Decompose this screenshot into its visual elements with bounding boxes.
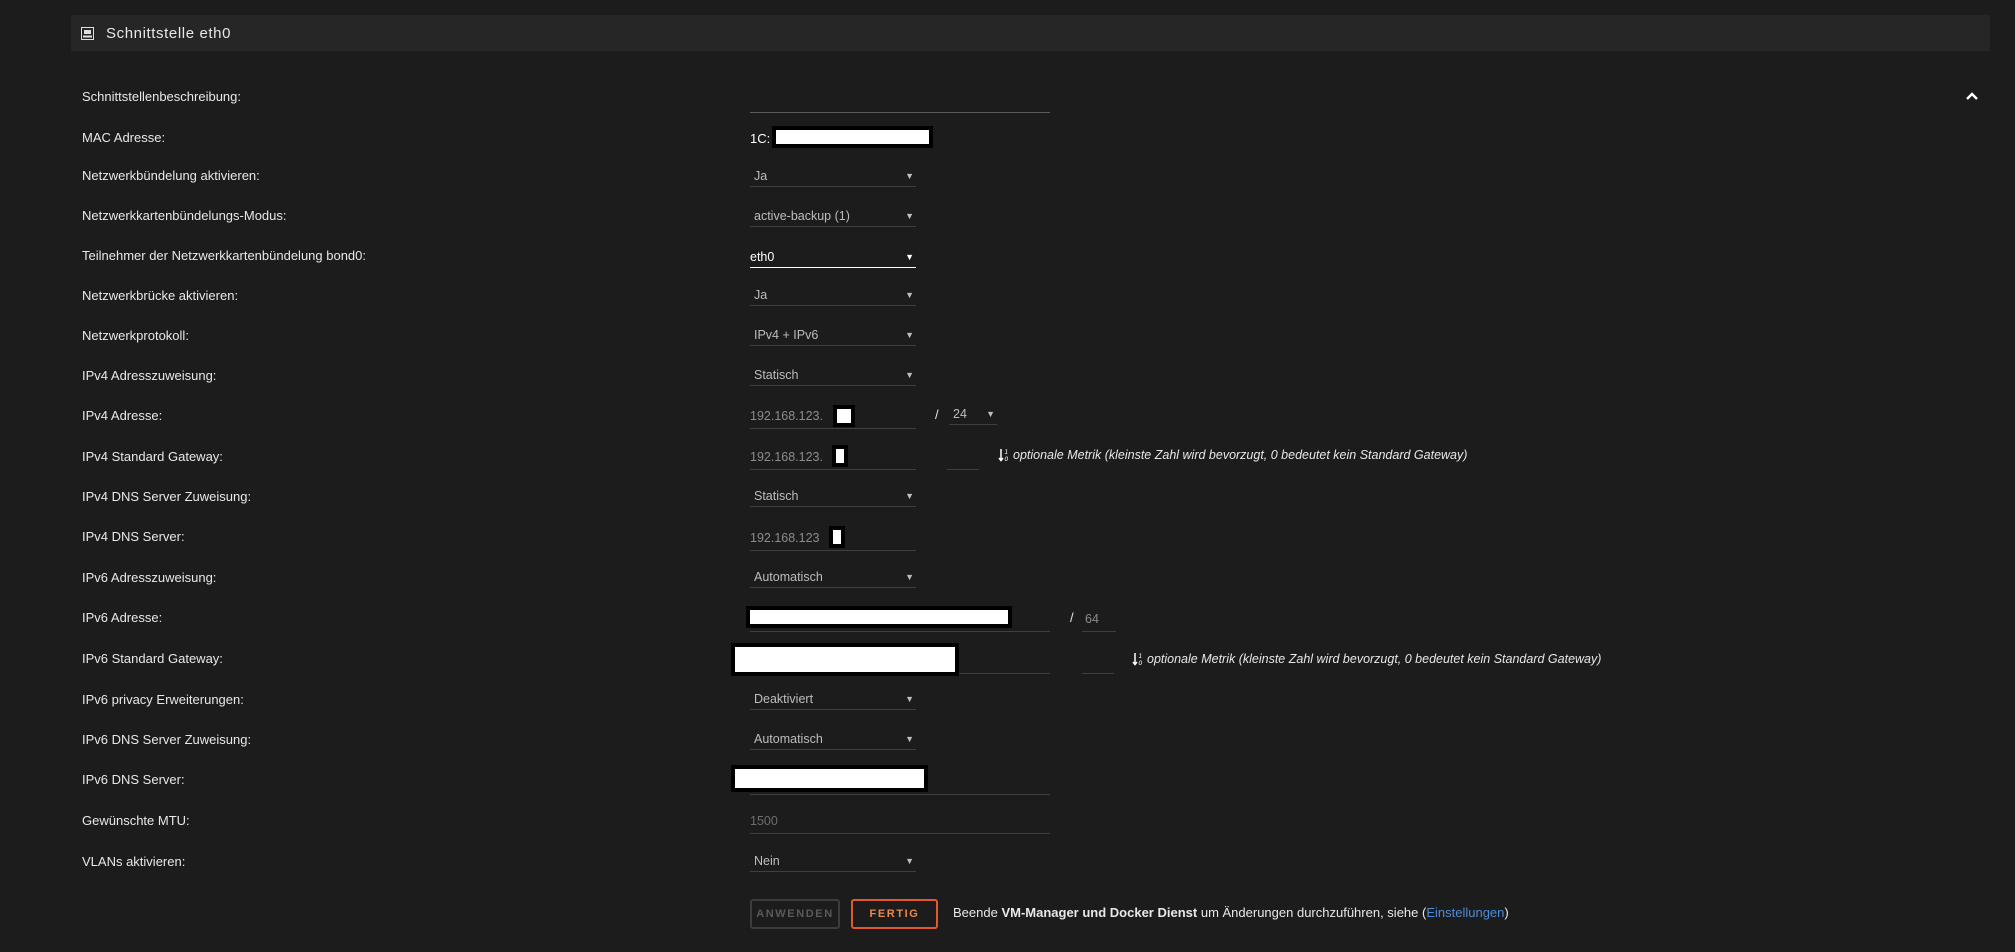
ipv4-dns-server-value: 192.168.123 (750, 531, 820, 545)
ipv6-gateway-metric-input[interactable] (1082, 652, 1114, 674)
svg-text:0: 0 (1139, 660, 1143, 666)
redacted-ipv4-address (833, 405, 855, 427)
ipv4-metric-note: 1 0 optionale Metrik (kleinste Zahl wird… (998, 448, 1467, 463)
label-ipv4-dns-assignment: IPv4 DNS Server Zuweisung: (82, 489, 252, 504)
ipv6-metric-note: 1 0 optionale Metrik (kleinste Zahl wird… (1132, 652, 1601, 667)
ipv4-gateway-value: 192.168.123. (750, 450, 823, 464)
label-bonding-members: Teilnehmer der Netzwerkkartenbündelung b… (82, 248, 367, 263)
dropdown-caret-icon: ▼ (905, 855, 914, 866)
svg-text:1: 1 (1139, 653, 1143, 660)
ipv6-dns-assignment-select[interactable]: Automatisch ▼ (750, 728, 916, 750)
label-ipv4-address: IPv4 Adresse: (82, 408, 163, 423)
label-ipv4-assignment: IPv4 Adresszuweisung: (82, 368, 217, 383)
panel-header: Schnittstelle eth0 (71, 15, 1990, 51)
svg-text:0: 0 (1005, 456, 1009, 462)
label-ipv6-assignment: IPv6 Adresszuweisung: (82, 570, 217, 585)
ipv4-gateway-metric-input[interactable] (947, 448, 979, 470)
redacted-ipv6-dns (731, 765, 928, 792)
ipv6-assignment-select[interactable]: Automatisch ▼ (750, 566, 916, 588)
network-interface-icon (81, 26, 94, 40)
label-ipv6-dns-server: IPv6 DNS Server: (82, 772, 185, 787)
network-protocol-select[interactable]: IPv4 + IPv6 ▼ (750, 324, 916, 346)
svg-text:1: 1 (1005, 449, 1009, 456)
dropdown-caret-icon: ▼ (905, 289, 914, 300)
ipv4-netmask-select[interactable]: 24 ▼ (949, 403, 997, 425)
label-ipv4-gateway: IPv4 Standard Gateway: (82, 449, 223, 464)
label-bridge-enable: Netzwerkbrücke aktivieren: (82, 288, 239, 303)
redacted-ipv6-gateway (731, 643, 959, 676)
bridge-enable-select[interactable]: Ja ▼ (750, 284, 916, 306)
bonding-enable-select[interactable]: Ja ▼ (750, 165, 916, 187)
bonding-members-select[interactable]: eth0 ▼ (750, 246, 916, 268)
dropdown-caret-icon: ▼ (905, 210, 914, 221)
panel-title: Schnittstelle eth0 (106, 24, 232, 42)
label-network-protocol: Netzwerkprotokoll: (82, 328, 189, 343)
interface-description-input[interactable] (750, 92, 1050, 113)
apply-button[interactable]: ANWENDEN (750, 899, 840, 929)
dropdown-caret-icon: ▼ (905, 571, 914, 582)
label-mac-address: MAC Adresse: (82, 130, 166, 145)
redacted-ipv6-address (746, 606, 1012, 628)
label-ipv6-privacy: IPv6 privacy Erweiterungen: (82, 692, 244, 707)
label-bonding-enable: Netzwerkbündelung aktivieren: (82, 168, 260, 183)
dropdown-caret-icon: ▼ (986, 408, 995, 419)
netmask-separator: / (935, 407, 939, 422)
prefix-separator: / (1070, 610, 1074, 625)
bonding-mode-select[interactable]: active-backup (1) ▼ (750, 205, 916, 227)
dropdown-caret-icon: ▼ (905, 369, 914, 380)
ipv4-assignment-select[interactable]: Statisch ▼ (750, 364, 916, 386)
label-bonding-mode: Netzwerkkartenbündelungs-Modus: (82, 208, 287, 223)
dropdown-caret-icon: ▼ (905, 490, 914, 501)
ipv6-prefix-value: 64 (1085, 612, 1099, 626)
dropdown-caret-icon: ▼ (905, 733, 914, 744)
sort-numeric-icon: 1 0 (1132, 653, 1143, 667)
label-ipv4-dns-server: IPv4 DNS Server: (82, 529, 185, 544)
redacted-mac (772, 126, 933, 148)
label-ipv6-gateway: IPv6 Standard Gateway: (82, 651, 223, 666)
redacted-ipv4-dns (829, 526, 845, 548)
ipv4-address-value: 192.168.123. (750, 409, 823, 423)
label-interface-description: Schnittstellenbeschreibung: (82, 89, 241, 104)
footer-message: Beende VM-Manager und Docker Dienst um Ä… (953, 905, 1509, 920)
settings-link[interactable]: Einstellungen (1426, 905, 1504, 920)
label-vlans-enable: VLANs aktivieren: (82, 854, 186, 869)
label-mtu: Gewünschte MTU: (82, 813, 190, 828)
mtu-placeholder: 1500 (750, 814, 778, 828)
dropdown-caret-icon: ▼ (905, 693, 914, 704)
done-button[interactable]: FERTIG (851, 899, 938, 929)
label-ipv6-dns-assignment: IPv6 DNS Server Zuweisung: (82, 732, 252, 747)
mtu-input[interactable] (750, 812, 1050, 834)
redacted-ipv4-gateway (832, 445, 848, 467)
vlans-enable-select[interactable]: Nein ▼ (750, 850, 916, 872)
ipv6-privacy-select[interactable]: Deaktiviert ▼ (750, 688, 916, 710)
ipv4-dns-assignment-select[interactable]: Statisch ▼ (750, 485, 916, 507)
mac-prefix: 1C: (750, 131, 771, 146)
dropdown-caret-icon: ▼ (905, 170, 914, 181)
chevron-up-icon[interactable] (1964, 88, 1980, 104)
dropdown-caret-icon: ▼ (905, 329, 914, 340)
dropdown-caret-icon: ▼ (905, 251, 914, 262)
sort-numeric-icon: 1 0 (998, 449, 1009, 463)
label-ipv6-address: IPv6 Adresse: (82, 610, 163, 625)
